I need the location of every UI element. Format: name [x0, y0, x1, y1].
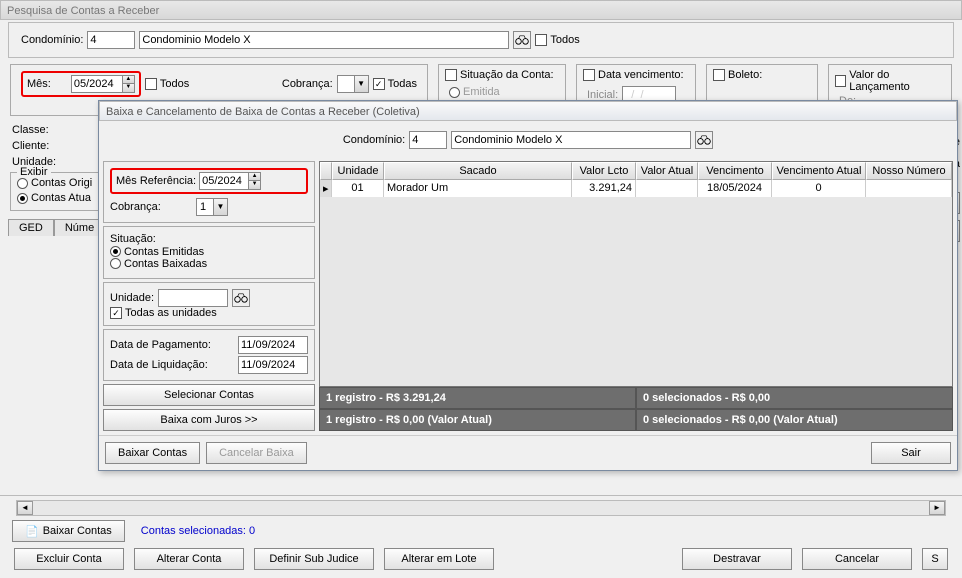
- excluir-conta-button[interactable]: Excluir Conta: [14, 548, 124, 570]
- contas-grid[interactable]: Unidade Sacado Valor Lcto Valor Atual Ve…: [319, 161, 953, 387]
- destravar-button[interactable]: Destravar: [682, 548, 792, 570]
- todas-unidades-checkbox[interactable]: ✓Todas as unidades: [110, 307, 217, 319]
- horizontal-scrollbar[interactable]: ◄ ►: [16, 500, 946, 516]
- contas-atua-radio[interactable]: Contas Atua: [17, 192, 91, 204]
- exibir-legend: Exibir: [17, 166, 51, 178]
- status-reg-total: 1 registro - R$ 3.291,24: [319, 387, 636, 409]
- condominio-label: Condomínio:: [21, 34, 83, 46]
- todos-checkbox[interactable]: Todos: [535, 34, 579, 46]
- binoculars-icon[interactable]: [232, 289, 250, 307]
- modal-cobranca-select[interactable]: 1▼: [196, 198, 228, 216]
- condominio-num-input[interactable]: [87, 31, 135, 49]
- mes-ref-input[interactable]: [200, 173, 248, 189]
- modal-unidade-label: Unidade:: [110, 292, 154, 304]
- last-button[interactable]: S: [922, 548, 948, 570]
- modal-cobranca-label: Cobrança:: [110, 201, 192, 213]
- status-reg-atual: 1 registro - R$ 0,00 (Valor Atual): [319, 409, 636, 431]
- table-row[interactable]: ▸ 01 Morador Um 3.291,24 18/05/2024 0: [320, 180, 952, 197]
- baixar-contas-button[interactable]: Baixar Contas: [105, 442, 200, 464]
- alterar-conta-button[interactable]: Alterar Conta: [134, 548, 244, 570]
- data-liq-input[interactable]: [238, 356, 308, 374]
- status-sel-atual: 0 selecionados - R$ 0,00 (Valor Atual): [636, 409, 953, 431]
- contas-emitidas-radio[interactable]: Contas Emitidas: [110, 246, 204, 258]
- emitida-radio[interactable]: Emitida: [449, 86, 500, 98]
- chevron-down-icon[interactable]: ▼: [213, 199, 227, 215]
- cliente-label: Cliente:: [12, 140, 60, 152]
- contas-baixadas-radio[interactable]: Contas Baixadas: [110, 258, 207, 270]
- mes-ref-label: Mês Referência:: [116, 175, 196, 187]
- spinner-down-icon[interactable]: ▼: [248, 181, 260, 189]
- col-valor-lcto[interactable]: Valor Lcto: [572, 162, 636, 180]
- col-nosso-numero[interactable]: Nosso Número: [866, 162, 952, 180]
- modal-title: Baixa e Cancelamento de Baixa de Contas …: [99, 101, 957, 121]
- classe-label: Classe:: [12, 124, 60, 136]
- footer-baixar-contas-button[interactable]: 📄 Baixar Contas: [12, 520, 125, 542]
- cobranca-label: Cobrança:: [282, 78, 333, 90]
- valor-lanc-checkbox[interactable]: Valor do Lançamento: [835, 69, 945, 93]
- col-vencimento[interactable]: Vencimento: [698, 162, 772, 180]
- modal-condominio-num[interactable]: [409, 131, 447, 149]
- spinner-up-icon[interactable]: ▲: [122, 76, 134, 84]
- mes-todos-checkbox[interactable]: Todos: [145, 78, 189, 90]
- alterar-lote-button[interactable]: Alterar em Lote: [384, 548, 494, 570]
- spinner-down-icon[interactable]: ▼: [122, 84, 134, 92]
- col-unidade[interactable]: Unidade: [332, 162, 384, 180]
- scroll-left-icon[interactable]: ◄: [17, 501, 33, 515]
- col-sacado[interactable]: Sacado: [384, 162, 572, 180]
- chevron-down-icon[interactable]: ▼: [354, 76, 368, 92]
- col-valor-atual[interactable]: Valor Atual: [636, 162, 698, 180]
- doc-icon: 📄: [25, 525, 39, 538]
- data-liq-label: Data de Liquidação:: [110, 359, 208, 371]
- sit-conta-checkbox[interactable]: Situação da Conta:: [445, 69, 554, 81]
- selecionar-contas-button[interactable]: Selecionar Contas: [103, 384, 315, 406]
- scroll-right-icon[interactable]: ►: [929, 501, 945, 515]
- col-vencimento-atual[interactable]: Vencimento Atual: [772, 162, 866, 180]
- mes-spinner[interactable]: ▲▼: [71, 75, 135, 93]
- modal-baixa: Baixa e Cancelamento de Baixa de Contas …: [98, 100, 958, 471]
- spinner-up-icon[interactable]: ▲: [248, 173, 260, 181]
- data-venc-checkbox[interactable]: Data vencimento:: [583, 69, 684, 81]
- mes-input[interactable]: [72, 76, 122, 92]
- binoculars-icon[interactable]: [513, 31, 531, 49]
- cobranca-select[interactable]: ▼: [337, 75, 369, 93]
- baixa-juros-button[interactable]: Baixa com Juros >>: [103, 409, 315, 431]
- contas-selecionadas-count: Contas selecionadas: 0: [141, 525, 255, 537]
- modal-condominio-label: Condomínio:: [343, 134, 405, 146]
- status-sel-total: 0 selecionados - R$ 0,00: [636, 387, 953, 409]
- cancelar-baixa-button[interactable]: Cancelar Baixa: [206, 442, 307, 464]
- data-pag-label: Data de Pagamento:: [110, 339, 211, 351]
- main-window-title: Pesquisa de Contas a Receber: [0, 0, 962, 20]
- contas-origi-radio[interactable]: Contas Origi: [17, 177, 92, 189]
- definir-subjudice-button[interactable]: Definir Sub Judice: [254, 548, 374, 570]
- tab-ged[interactable]: GED: [8, 219, 54, 236]
- boleto-checkbox[interactable]: Boleto:: [713, 69, 762, 81]
- cobranca-todas-checkbox[interactable]: ✓Todas: [373, 78, 417, 90]
- modal-condominio-name[interactable]: [451, 131, 691, 149]
- mes-label: Mês:: [27, 78, 51, 90]
- cancelar-button[interactable]: Cancelar: [802, 548, 912, 570]
- mes-ref-spinner[interactable]: ▲▼: [199, 172, 261, 190]
- todos-label: Todos: [550, 34, 579, 46]
- data-pag-input[interactable]: [238, 336, 308, 354]
- binoculars-icon[interactable]: [695, 131, 713, 149]
- situacao-label: Situação:: [110, 233, 308, 245]
- sair-button[interactable]: Sair: [871, 442, 951, 464]
- modal-unidade-input[interactable]: [158, 289, 228, 307]
- condominio-name-input[interactable]: [139, 31, 509, 49]
